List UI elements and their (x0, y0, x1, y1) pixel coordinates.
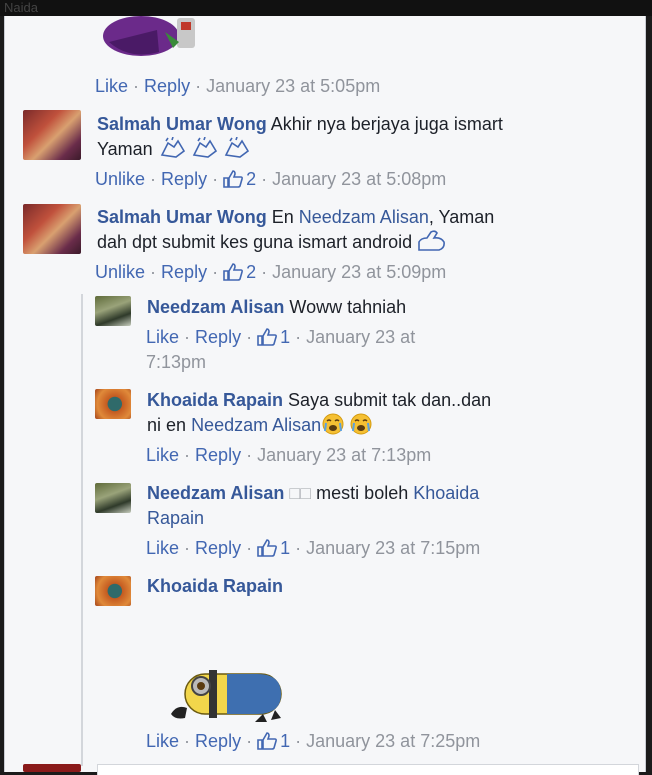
comment-body-line2: Yaman (97, 136, 254, 166)
flexed-biceps-emoji-icon (417, 230, 447, 259)
reply-body: Khoaida Rapain (147, 574, 283, 599)
window-top-bar: Naida (0, 0, 652, 16)
comment-author[interactable]: Salmah Umar Wong (97, 207, 267, 227)
reply-text: Woww tahniah (289, 297, 407, 317)
timestamp[interactable]: January 23 at 7:15pm (306, 538, 480, 558)
avatar[interactable] (23, 110, 81, 160)
comment-author[interactable]: Salmah Umar Wong (97, 114, 267, 134)
reply-input[interactable] (97, 764, 639, 775)
mention-link[interactable]: Rapain (147, 508, 204, 528)
unlike-link[interactable]: Unlike (95, 169, 145, 189)
like-link[interactable]: Like (146, 327, 179, 347)
comment-actions: Unlike · Reply · 2 · January 23 at 5:09p… (95, 262, 447, 282)
comment-text: Yaman (97, 139, 153, 159)
reply-body-line2: ni en Needzam Alisan (147, 413, 375, 442)
timestamp[interactable]: 7:13pm (146, 352, 206, 372)
unlike-link[interactable]: Unlike (95, 262, 145, 282)
reply-link[interactable]: Reply (195, 731, 241, 751)
window-title: Naida (4, 0, 38, 15)
reply-author[interactable]: Needzam Alisan (147, 297, 284, 317)
reply-body-line2: Rapain (147, 506, 204, 531)
reply-actions: Like · Reply · January 23 at 7:13pm (146, 445, 432, 465)
like-count[interactable]: 2 (223, 262, 261, 282)
like-count[interactable]: 1 (257, 538, 295, 558)
timestamp[interactable]: January 23 at 5:05pm (206, 76, 380, 96)
thumbs-up-icon (223, 263, 244, 281)
thumbs-up-icon (223, 170, 244, 188)
avatar[interactable] (95, 296, 131, 326)
avatar[interactable] (23, 764, 81, 772)
comment-text: , Yaman (428, 207, 495, 227)
like-link[interactable]: Like (146, 445, 179, 465)
reply-link[interactable]: Reply (195, 538, 241, 558)
like-link[interactable]: Like (146, 731, 179, 751)
like-link[interactable]: Like (146, 538, 179, 558)
reply-link[interactable]: Reply (144, 76, 190, 96)
clapping-hands-emoji-icon (158, 136, 254, 166)
missing-glyph-boxes: □□ (289, 483, 312, 503)
reply-link[interactable]: Reply (161, 169, 207, 189)
like-count[interactable]: 1 (257, 731, 295, 751)
mention-link[interactable]: Needzam Alisan (299, 207, 429, 227)
reply-body: Khoaida Rapain Saya submit tak dan..dan (147, 388, 491, 413)
comment-text: Akhir nya berjaya juga ismart (270, 114, 503, 134)
timestamp[interactable]: January 23 at 5:09pm (272, 262, 446, 282)
reply-text: mesti boleh (316, 483, 409, 503)
comment-text: dah dpt submit kes guna ismart android (97, 232, 413, 252)
thumbs-up-icon (257, 328, 278, 346)
crying-face-emoji-icon (321, 413, 375, 442)
avatar[interactable] (23, 204, 81, 254)
reply-actions-line2: 7:13pm (146, 350, 206, 374)
comment-actions: Unlike · Reply · 2 · January 23 at 5:08p… (95, 169, 447, 189)
thumbs-up-icon (257, 539, 278, 557)
reply-body: Needzam Alisan Woww tahniah (147, 295, 406, 320)
reply-link[interactable]: Reply (195, 327, 241, 347)
like-count[interactable]: 2 (223, 169, 261, 189)
avatar[interactable] (95, 576, 131, 606)
minion-sticker-icon (171, 670, 282, 722)
like-count[interactable]: 1 (257, 327, 295, 347)
reply-link[interactable]: Reply (195, 445, 241, 465)
reply-actions: Like · Reply · 1 · January 23 at 7:15pm (146, 538, 481, 558)
reply-author[interactable]: Khoaida Rapain (147, 390, 283, 410)
reply-author[interactable]: Needzam Alisan (147, 483, 284, 503)
comment-body: Salmah Umar Wong En Needzam Alisan, Yama… (97, 205, 494, 230)
like-link[interactable]: Like (95, 76, 128, 96)
comment-body: Salmah Umar Wong Akhir nya berjaya juga … (97, 112, 503, 137)
mention-link[interactable]: Khoaida (413, 483, 479, 503)
reply-thread-line (81, 294, 83, 766)
reply-body: Needzam Alisan □□ mesti boleh Khoaida (147, 481, 479, 506)
timestamp[interactable]: January 23 at 7:25pm (306, 731, 480, 751)
avatar[interactable] (95, 389, 131, 419)
comments-panel: Like · Reply · January 23 at 5:05pm Salm… (4, 16, 646, 775)
timestamp[interactable]: January 23 at 7:13pm (257, 445, 431, 465)
comment-body-line2: dah dpt submit kes guna ismart android (97, 230, 447, 259)
thumbs-up-icon (257, 732, 278, 750)
mention-link[interactable]: Needzam Alisan (191, 415, 321, 435)
character-sticker-icon (103, 16, 195, 56)
reply-text: Saya submit tak dan..dan (288, 390, 492, 410)
comment-actions: Like · Reply · January 23 at 5:05pm (95, 76, 381, 96)
timestamp[interactable]: January 23 at (306, 327, 415, 347)
avatar[interactable] (95, 483, 131, 513)
reply-link[interactable]: Reply (161, 262, 207, 282)
timestamp[interactable]: January 23 at 5:08pm (272, 169, 446, 189)
comment-text: En (271, 207, 294, 227)
reply-author[interactable]: Khoaida Rapain (147, 576, 283, 596)
reply-actions: Like · Reply · 1 · January 23 at (146, 327, 416, 347)
reply-text: ni en (147, 415, 187, 435)
reply-actions: Like · Reply · 1 · January 23 at 7:25pm (146, 731, 481, 751)
